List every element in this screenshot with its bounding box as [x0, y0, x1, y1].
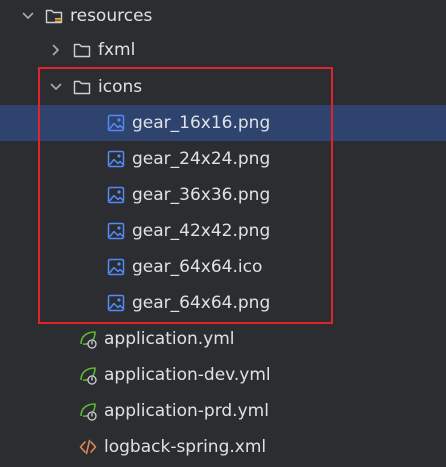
tree-file-gear-64x64-ico[interactable]: gear_64x64.ico [0, 249, 446, 285]
tree-file-logback-spring-xml[interactable]: logback-spring.xml [0, 429, 446, 465]
tree-file-gear-36x36-png[interactable]: gear_36x36.png [0, 177, 446, 213]
tree-file-gear-16x16-png[interactable]: gear_16x16.png [0, 105, 446, 141]
tree-file-gear-24x24-png[interactable]: gear_24x24.png [0, 141, 446, 177]
spring-config-icon [78, 401, 98, 421]
tree-node-label: fxml [98, 40, 136, 60]
image-file-icon [106, 257, 126, 277]
tree-file-application-prd-yml[interactable]: application-prd.yml [0, 393, 446, 429]
tree-node-fxml[interactable]: fxml [0, 32, 446, 68]
image-file-icon [106, 149, 126, 169]
spring-config-icon [78, 329, 98, 349]
tree-node-label: gear_36x36.png [132, 185, 271, 205]
tree-node-label: gear_24x24.png [132, 149, 271, 169]
tree-node-label: gear_64x64.png [132, 293, 271, 313]
tree-node-label: gear_16x16.png [132, 113, 271, 133]
tree-node-label: icons [98, 77, 143, 97]
resources-folder-icon [44, 6, 64, 26]
image-file-icon [106, 221, 126, 241]
tree-file-application-yml[interactable]: application.yml [0, 321, 446, 357]
tree-node-label: application-dev.yml [104, 365, 271, 385]
tree-node-label: application-prd.yml [104, 401, 269, 421]
tree-node-label: resources [70, 6, 153, 26]
image-file-icon [106, 293, 126, 313]
tree-node-label: logback-spring.xml [104, 437, 267, 457]
project-tree: resources fxml icons gear_16x16.png gear… [0, 0, 446, 467]
tree-file-gear-42x42-png[interactable]: gear_42x42.png [0, 213, 446, 249]
tree-file-application-dev-yml[interactable]: application-dev.yml [0, 357, 446, 393]
xml-file-icon [78, 437, 98, 457]
folder-icon [72, 40, 92, 60]
chevron-right-icon[interactable] [48, 42, 64, 58]
chevron-down-icon[interactable] [48, 79, 64, 95]
tree-node-label: gear_64x64.ico [132, 257, 263, 277]
image-file-icon [106, 113, 126, 133]
chevron-down-icon[interactable] [20, 8, 36, 24]
tree-node-icons[interactable]: icons [0, 69, 446, 105]
tree-node-resources[interactable]: resources [0, 0, 446, 34]
folder-icon [72, 77, 92, 97]
tree-node-label: application.yml [104, 329, 235, 349]
image-file-icon [106, 185, 126, 205]
tree-node-label: gear_42x42.png [132, 221, 271, 241]
spring-config-icon [78, 365, 98, 385]
tree-file-gear-64x64-png[interactable]: gear_64x64.png [0, 285, 446, 321]
